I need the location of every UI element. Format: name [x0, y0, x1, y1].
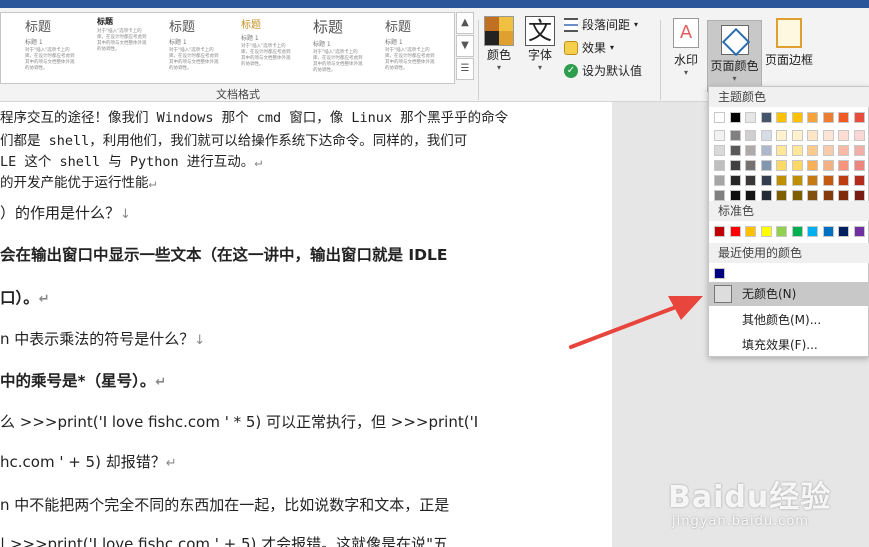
annotation-arrow-icon [569, 296, 703, 349]
baidu-watermark: Baidu经验 jingyan.baidu.com [668, 472, 868, 532]
baidu-logo-text: Baidu经验 [668, 480, 832, 515]
baidu-url: jingyan.baidu.com [672, 514, 809, 529]
